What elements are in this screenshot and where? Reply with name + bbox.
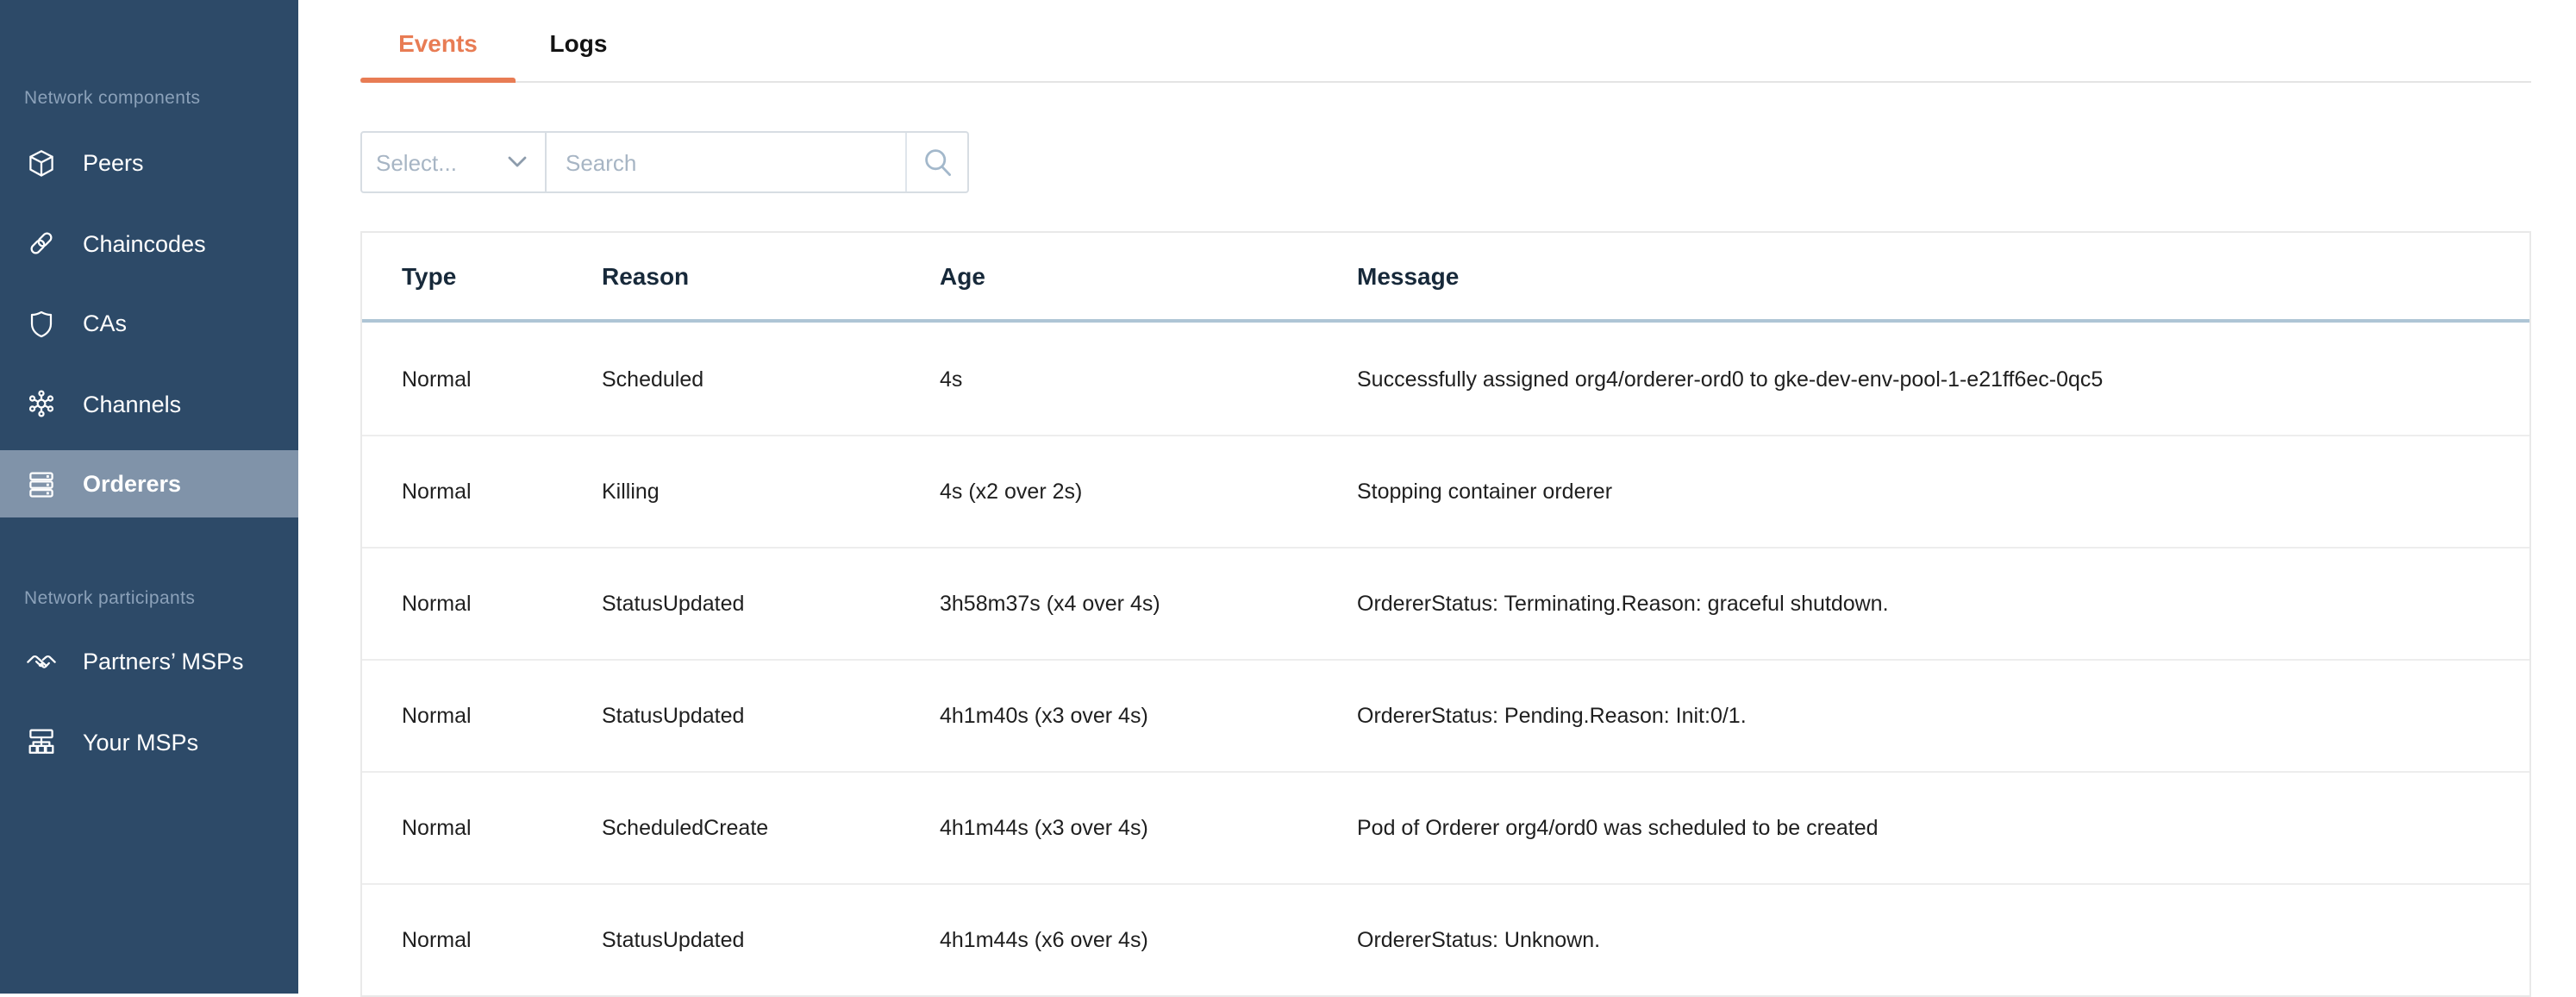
sidebar-item-label: Channels	[83, 391, 181, 417]
cell-reason: StatusUpdated	[562, 704, 900, 728]
column-header-reason: Reason	[562, 262, 900, 290]
table-row: Normal Scheduled 4s Successfully assigne…	[362, 323, 2529, 435]
sidebar-item-label: Partners’ MSPs	[83, 649, 244, 674]
cell-reason: Killing	[562, 480, 900, 504]
cell-age: 4h1m44s (x6 over 4s)	[900, 928, 1317, 952]
cell-age: 4s	[900, 367, 1317, 391]
cell-type: Normal	[362, 816, 562, 840]
cell-type: Normal	[362, 480, 562, 504]
column-header-message: Message	[1317, 262, 2529, 290]
sidebar: Network components Peers C	[0, 0, 298, 994]
cell-message: Successfully assigned org4/orderer-ord0 …	[1317, 367, 2529, 391]
cell-message: OrdererStatus: Pending.Reason: Init:0/1.	[1317, 704, 2529, 728]
table-row: Normal ScheduledCreate 4h1m44s (x3 over …	[362, 771, 2529, 883]
sidebar-item-label: CAs	[83, 310, 127, 336]
cell-reason: StatusUpdated	[562, 592, 900, 616]
sidebar-item-peers[interactable]: Peers	[0, 129, 298, 197]
sidebar-item-orderers[interactable]: Orderers	[0, 450, 298, 517]
cell-type: Normal	[362, 928, 562, 952]
table-header-row: Type Reason Age Message	[362, 233, 2529, 323]
chain-link-icon	[26, 228, 57, 259]
cell-age: 3h58m37s (x4 over 4s)	[900, 592, 1317, 616]
orderers-events-page: Network components Peers C	[0, 0, 2576, 994]
cell-age: 4h1m40s (x3 over 4s)	[900, 704, 1317, 728]
org-chart-icon	[26, 726, 57, 757]
sidebar-item-partners-msps[interactable]: Partners’ MSPs	[0, 628, 298, 695]
cell-age: 4s (x2 over 2s)	[900, 480, 1317, 504]
shield-icon	[26, 308, 57, 339]
search-icon	[922, 147, 953, 178]
sidebar-item-label: Chaincodes	[83, 230, 206, 256]
sidebar-item-cas[interactable]: CAs	[0, 290, 298, 357]
table-row: Normal Killing 4s (x2 over 2s) Stopping …	[362, 435, 2529, 547]
cell-age: 4h1m44s (x3 over 4s)	[900, 816, 1317, 840]
sidebar-section-network-participants: Network participants	[24, 588, 298, 609]
search-button[interactable]	[905, 133, 967, 191]
cell-message: Pod of Orderer org4/ord0 was scheduled t…	[1317, 816, 2529, 840]
column-header-age: Age	[900, 262, 1317, 290]
sidebar-section-network-components: Network components	[24, 88, 298, 109]
handshake-icon	[26, 646, 57, 677]
sidebar-item-label: Orderers	[83, 471, 181, 497]
column-header-type: Type	[362, 262, 562, 290]
cell-message: OrdererStatus: Terminating.Reason: grace…	[1317, 592, 2529, 616]
table-row: Normal StatusUpdated 4h1m40s (x3 over 4s…	[362, 659, 2529, 771]
sidebar-item-label: Your MSPs	[83, 729, 198, 755]
filters-row: Select...	[360, 131, 2531, 193]
filter-select[interactable]: Select...	[360, 131, 547, 193]
tab-logs[interactable]: Logs	[529, 0, 628, 81]
sidebar-item-channels[interactable]: Channels	[0, 370, 298, 437]
cell-reason: StatusUpdated	[562, 928, 900, 952]
cube-icon	[26, 147, 57, 179]
events-table: Type Reason Age Message Normal Scheduled…	[360, 231, 2531, 997]
sidebar-item-your-msps[interactable]: Your MSPs	[0, 708, 298, 775]
tabs-bar: Events Logs	[360, 0, 2531, 83]
search-box	[547, 131, 969, 193]
table-row: Normal StatusUpdated 4h1m44s (x6 over 4s…	[362, 883, 2529, 995]
cell-type: Normal	[362, 704, 562, 728]
network-hub-icon	[26, 388, 57, 419]
cell-type: Normal	[362, 592, 562, 616]
sidebar-item-label: Peers	[83, 150, 144, 176]
sidebar-item-chaincodes[interactable]: Chaincodes	[0, 210, 298, 277]
cell-reason: Scheduled	[562, 367, 900, 391]
server-stack-icon	[26, 468, 57, 499]
cell-type: Normal	[362, 367, 562, 391]
chevron-down-icon	[507, 155, 528, 169]
search-input[interactable]	[547, 133, 905, 191]
main-content: Events Logs Select...	[298, 0, 2576, 994]
table-row: Normal StatusUpdated 3h58m37s (x4 over 4…	[362, 547, 2529, 659]
cell-message: OrdererStatus: Unknown.	[1317, 928, 2529, 952]
cell-message: Stopping container orderer	[1317, 480, 2529, 504]
tab-events[interactable]: Events	[360, 0, 516, 81]
cell-reason: ScheduledCreate	[562, 816, 900, 840]
filter-select-value: Select...	[376, 149, 457, 175]
